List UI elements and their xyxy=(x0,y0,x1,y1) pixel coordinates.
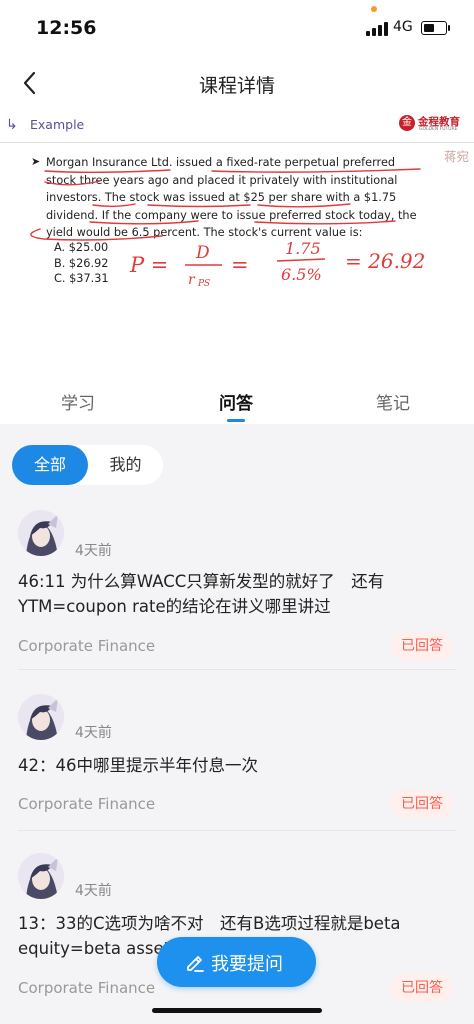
question-time: 4天前 xyxy=(75,883,112,899)
ask-question-label: 我要提问 xyxy=(211,954,283,975)
active-tab-indicator xyxy=(227,419,245,422)
svg-text:D: D xyxy=(195,243,210,263)
question-item[interactable]: 4天前 46:11 为什么算WACC只算新发型的就好了 还有YTM=coupon… xyxy=(0,505,474,670)
user-avatar-icon xyxy=(18,853,64,899)
page-title: 课程详情 xyxy=(198,75,275,97)
svg-text:1.75: 1.75 xyxy=(285,239,321,258)
lecture-video-player[interactable]: ↳ Example 金 金程教育 GOLDEN FUTURE 蒋宛 ➤ Morg… xyxy=(0,108,474,377)
network-type: 4G xyxy=(393,19,413,35)
divider xyxy=(18,669,456,670)
privacy-indicator-dot xyxy=(371,6,377,12)
svg-text:r: r xyxy=(188,272,196,288)
avatar xyxy=(18,694,64,740)
question-text: 46:11 为什么算WACC只算新发型的就好了 还有YTM=coupon rat… xyxy=(18,572,385,616)
divider xyxy=(18,830,456,831)
tab-notes[interactable]: 笔记 xyxy=(353,389,433,414)
answered-badge: 已回答 xyxy=(391,790,453,818)
content-tabs: 学习 问答 笔记 xyxy=(0,376,474,424)
user-avatar-icon xyxy=(18,694,64,740)
svg-text:PS: PS xyxy=(197,279,210,289)
tab-study[interactable]: 学习 xyxy=(38,389,118,414)
svg-text:=: = xyxy=(231,253,249,277)
avatar xyxy=(18,853,64,899)
ask-question-button[interactable]: 我要提问 xyxy=(157,937,316,987)
status-time: 12:56 xyxy=(36,17,97,39)
navigation-bar: 课程详情 xyxy=(0,58,474,108)
question-course: Corporate Finance xyxy=(18,637,156,655)
filter-mine-button[interactable]: 我的 xyxy=(88,445,163,485)
answered-badge: 已回答 xyxy=(391,974,453,1002)
user-avatar-icon xyxy=(18,510,64,556)
home-indicator xyxy=(152,1008,322,1013)
question-time: 4天前 xyxy=(75,543,112,559)
svg-text:= 26.92: = 26.92 xyxy=(345,249,425,273)
question-text: 42：46中哪里提示半年付息一次 xyxy=(18,756,258,775)
question-time: 4天前 xyxy=(75,725,112,741)
status-bar: 12:56 4G xyxy=(0,0,474,58)
handwritten-formula: P = xyxy=(129,253,168,277)
filter-all-button[interactable]: 全部 xyxy=(12,445,88,485)
signal-icon xyxy=(366,22,388,36)
avatar xyxy=(18,510,64,556)
question-item[interactable]: 4天前 42：46中哪里提示半年付息一次 Corporate Finance 已… xyxy=(0,690,474,831)
pencil-icon xyxy=(187,956,204,972)
battery-icon xyxy=(421,21,450,35)
tab-qa[interactable]: 问答 xyxy=(196,389,276,414)
question-course: Corporate Finance xyxy=(18,979,156,997)
question-filter-toggle: 全部 我的 xyxy=(12,445,163,485)
question-course: Corporate Finance xyxy=(18,795,156,813)
svg-text:6.5%: 6.5% xyxy=(281,265,322,284)
answered-badge: 已回答 xyxy=(391,632,453,660)
handwritten-annotation: P = D r PS = 1.75 6.5% = 26.92 xyxy=(30,168,425,289)
